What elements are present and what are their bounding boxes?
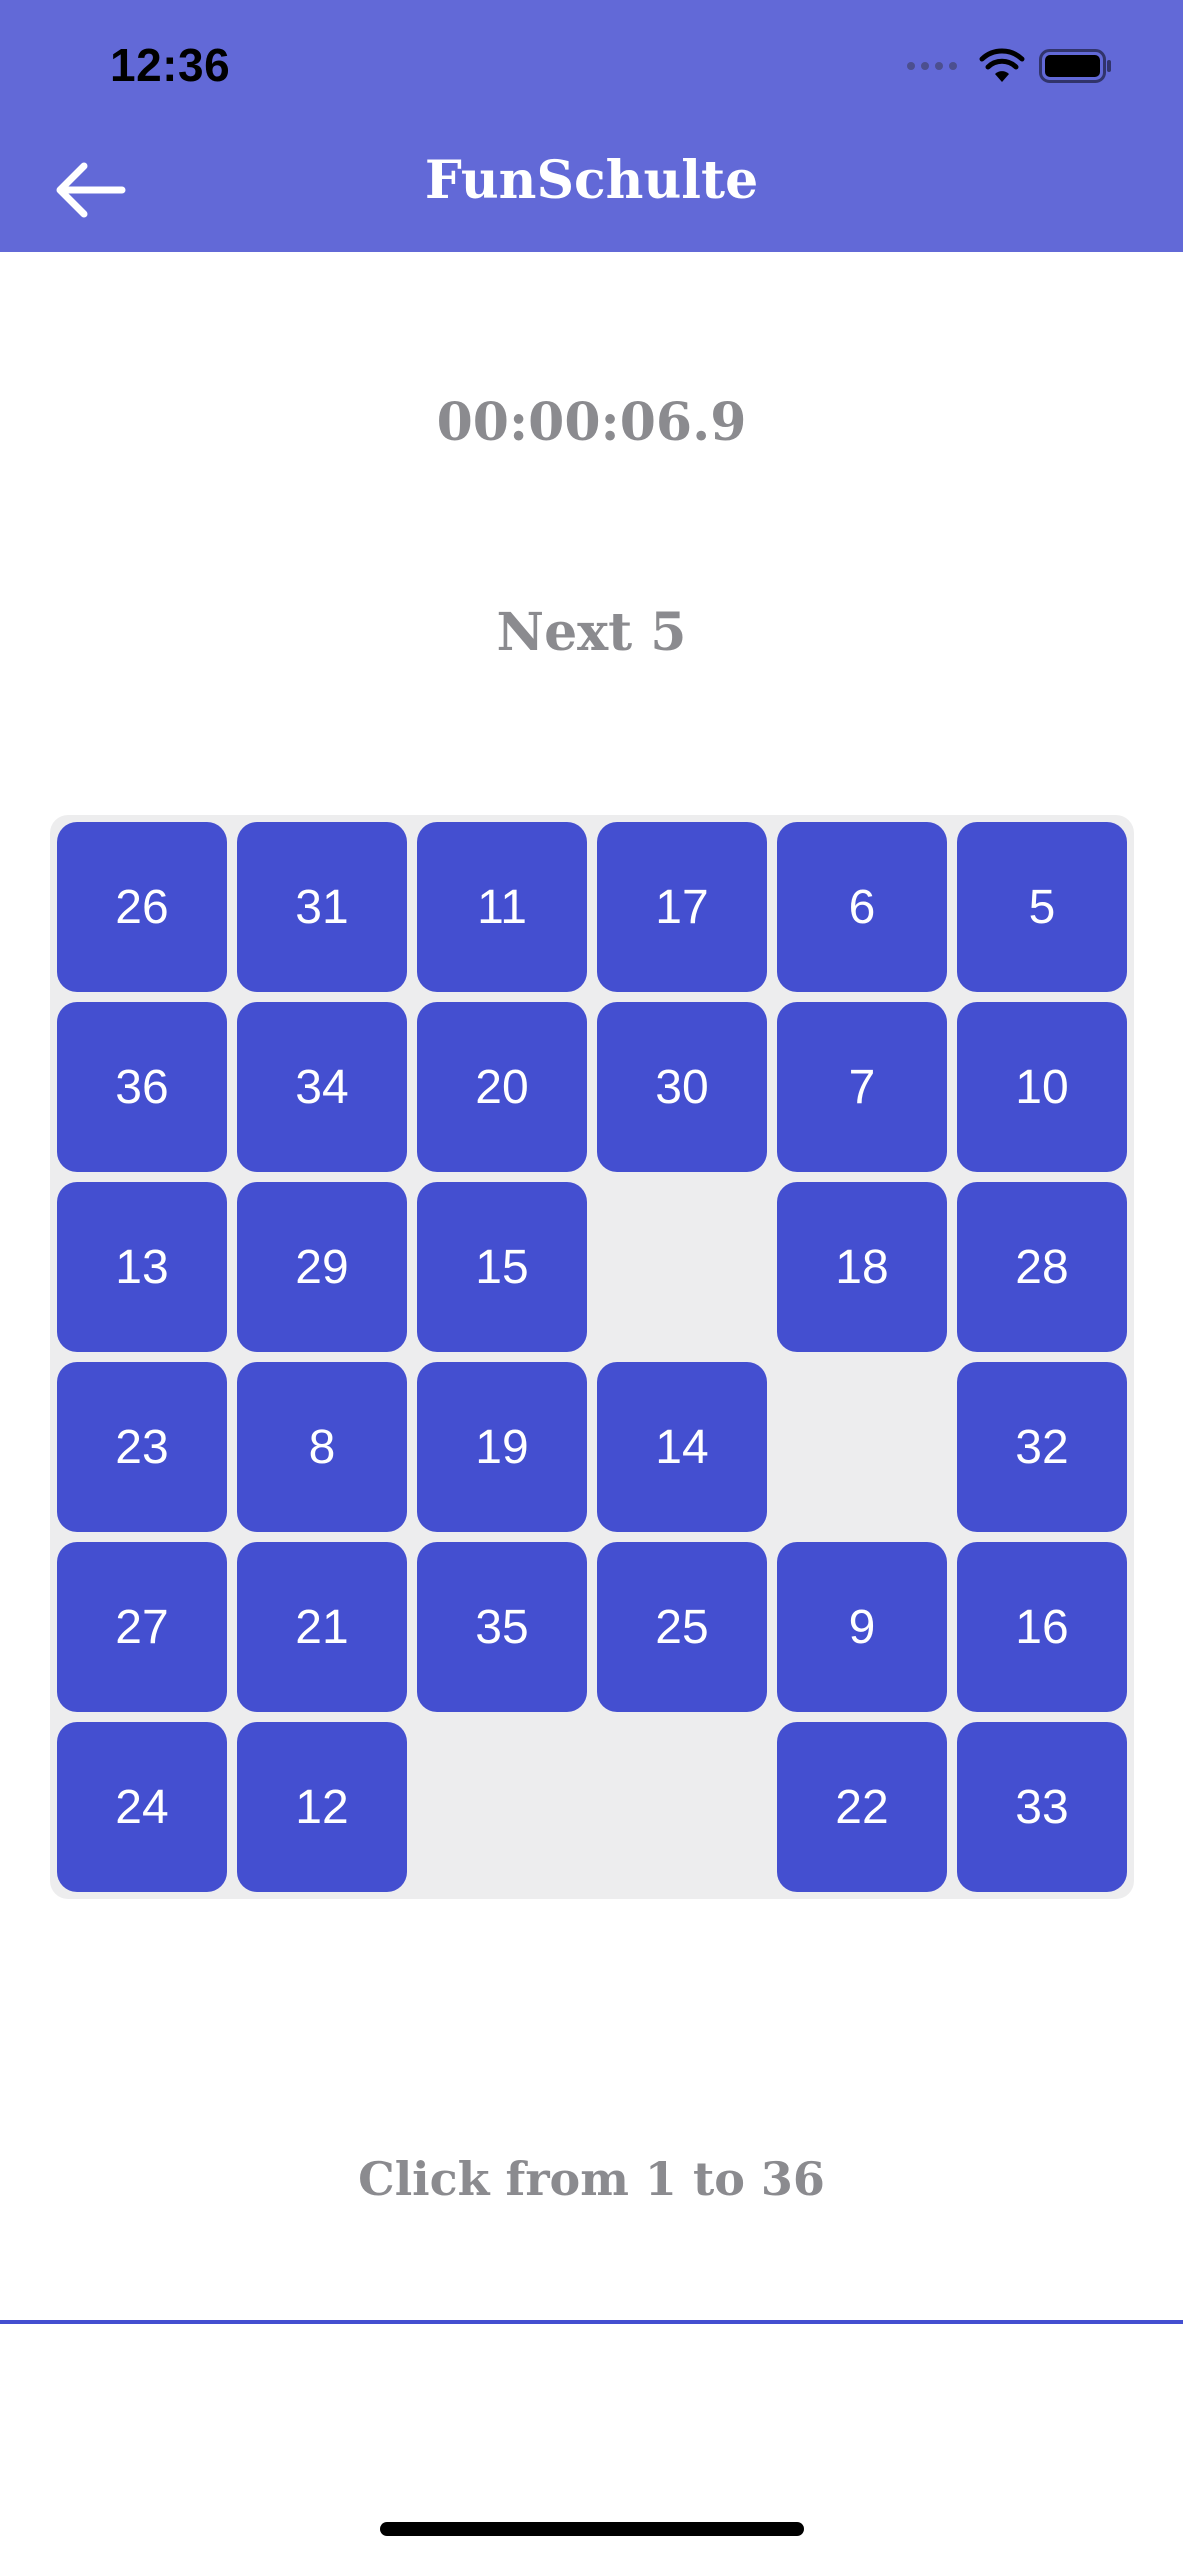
grid-cell-11[interactable]: 11: [417, 822, 587, 992]
grid-cell-17[interactable]: 17: [597, 822, 767, 992]
grid-cell-12[interactable]: 12: [237, 1722, 407, 1892]
grid-cell-25[interactable]: 25: [597, 1542, 767, 1712]
grid-cell-empty: [597, 1722, 767, 1892]
grid-cell-20[interactable]: 20: [417, 1002, 587, 1172]
grid-cell-35[interactable]: 35: [417, 1542, 587, 1712]
page-title: FunSchulte: [424, 150, 759, 211]
status-icons: [907, 42, 1113, 90]
app-header: 12:36 FunSchulte: [0, 0, 1183, 252]
next-number-label: Next 5: [496, 602, 687, 663]
grid-cell-29[interactable]: 29: [237, 1182, 407, 1352]
grid-cell-28[interactable]: 28: [957, 1182, 1127, 1352]
home-indicator[interactable]: [380, 2522, 804, 2536]
signal-dots-icon: [907, 62, 957, 70]
grid-cell-32[interactable]: 32: [957, 1362, 1127, 1532]
grid-cell-16[interactable]: 16: [957, 1542, 1127, 1712]
status-time: 12:36: [110, 39, 231, 91]
grid-cell-21[interactable]: 21: [237, 1542, 407, 1712]
grid-cell-10[interactable]: 10: [957, 1002, 1127, 1172]
elapsed-timer: 00:00:06.9: [436, 392, 747, 453]
grid-cell-36[interactable]: 36: [57, 1002, 227, 1172]
grid-cell-empty: [597, 1182, 767, 1352]
grid-cell-empty: [777, 1362, 947, 1532]
grid-cell-33[interactable]: 33: [957, 1722, 1127, 1892]
grid-cell-24[interactable]: 24: [57, 1722, 227, 1892]
wifi-icon: [979, 48, 1025, 82]
grid-cell-9[interactable]: 9: [777, 1542, 947, 1712]
grid-cell-8[interactable]: 8: [237, 1362, 407, 1532]
instruction-text: Click from 1 to 36: [358, 2152, 825, 2206]
grid-cell-15[interactable]: 15: [417, 1182, 587, 1352]
grid-cell-30[interactable]: 30: [597, 1002, 767, 1172]
schulte-board: 26 31 11 17 6 5 36 34 20 30 7 10 13 29 15 18 28 23 8 19 14 32…: [50, 815, 1134, 1899]
grid-cell-22[interactable]: 22: [777, 1722, 947, 1892]
grid-cell-26[interactable]: 26: [57, 822, 227, 992]
grid-cell-23[interactable]: 23: [57, 1362, 227, 1532]
grid-cell-34[interactable]: 34: [237, 1002, 407, 1172]
grid-cell-6[interactable]: 6: [777, 822, 947, 992]
grid-cell-18[interactable]: 18: [777, 1182, 947, 1352]
grid-cell-14[interactable]: 14: [597, 1362, 767, 1532]
grid-cell-13[interactable]: 13: [57, 1182, 227, 1352]
schulte-grid: 26 31 11 17 6 5 36 34 20 30 7 10 13 29 15 18 28 23 8 19 14 32…: [57, 822, 1127, 1892]
grid-cell-empty: [417, 1722, 587, 1892]
grid-cell-19[interactable]: 19: [417, 1362, 587, 1532]
battery-icon: [1039, 49, 1111, 83]
grid-cell-27[interactable]: 27: [57, 1542, 227, 1712]
divider-line: [0, 2320, 1183, 2324]
grid-cell-7[interactable]: 7: [777, 1002, 947, 1172]
grid-cell-5[interactable]: 5: [957, 822, 1127, 992]
grid-cell-31[interactable]: 31: [237, 822, 407, 992]
